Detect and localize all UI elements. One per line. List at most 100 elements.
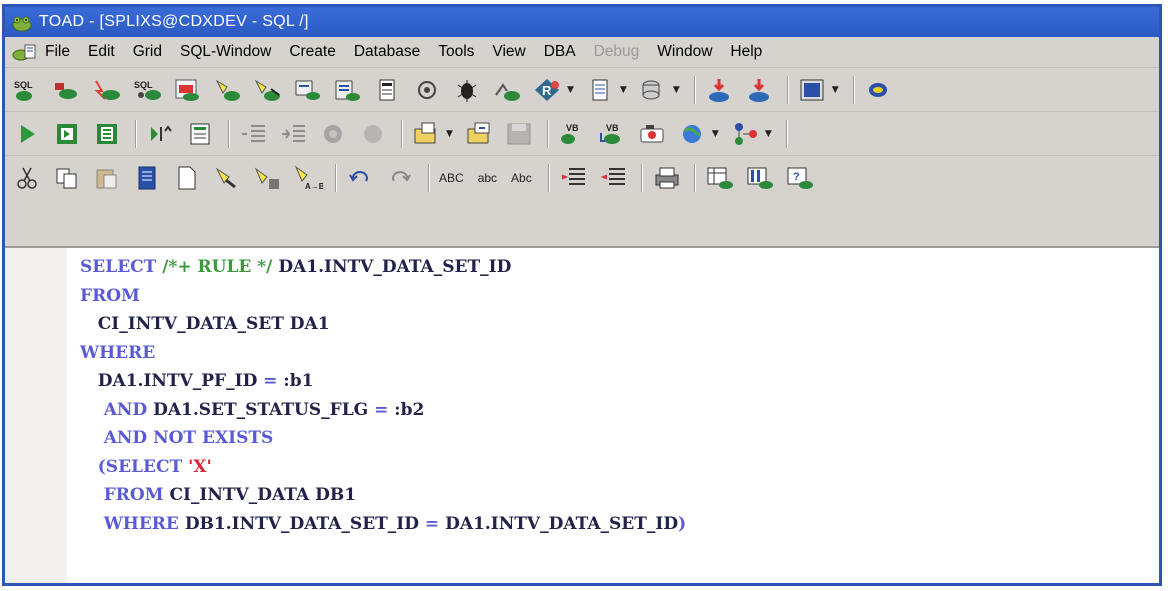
svg-text:SQL: SQL [14,80,33,90]
doc-list-icon[interactable] [586,77,616,103]
flashlight-icon[interactable] [213,77,243,103]
sql-identifier: DA1.INTV_DATA_SET_ID [278,257,512,277]
vb-script-icon[interactable]: VB [558,121,588,147]
procedure-editor-icon[interactable] [53,77,83,103]
menu-debug: Debug [593,43,640,60]
svg-text:?: ? [793,171,800,183]
toolbar-separator [547,164,549,192]
code-line[interactable]: SELECT /*+ RULE */ DA1.INTV_DATA_SET_ID [80,253,686,282]
sql-keyword: FROM [80,285,140,306]
sql-editor[interactable]: SELECT /*+ RULE */ DA1.INTV_DATA_SET_ID F… [5,246,1159,583]
execute-as-script-icon[interactable] [93,121,123,147]
menu-dba[interactable]: DBA [544,43,576,61]
code-line[interactable]: CI_INTV_DATA_SET DA1 [80,310,686,339]
menu-tools[interactable]: Tools [438,43,474,61]
uncomment-block-icon[interactable] [599,165,629,191]
menu-window[interactable]: Window [657,43,712,61]
explain-plan-icon[interactable] [186,121,216,147]
tuning-icon[interactable] [493,77,523,103]
cut-scissors-icon[interactable] [13,165,43,191]
import-icon[interactable] [333,77,363,103]
select-all-icon[interactable] [133,165,163,191]
menu-grid[interactable]: Grid [133,43,162,61]
undo-icon[interactable] [346,165,376,191]
titlecase-button[interactable]: Abc [511,171,532,185]
toad-app-icon[interactable] [11,12,33,32]
text-file-icon[interactable] [373,77,403,103]
comment-block-icon[interactable] [559,165,589,191]
data-grid-icon[interactable] [705,165,735,191]
find-next-icon[interactable] [253,165,283,191]
data-grid-columns-icon[interactable] [745,165,775,191]
sql-window-doc-icon[interactable] [11,42,37,62]
rollback-icon[interactable] [745,77,775,103]
redo-icon[interactable] [386,165,416,191]
database-icon[interactable] [864,77,894,103]
code-line[interactable]: FROM CI_INTV_DATA DB1 [80,481,686,510]
code-line[interactable]: WHERE DB1.INTV_DATA_SET_ID = DA1.INTV_DA… [80,510,686,539]
new-document-icon[interactable] [173,165,203,191]
sql-comment: /*+ RULE */ [162,257,279,277]
flashlight-compare-icon[interactable] [253,77,283,103]
find-flashlight-icon[interactable] [213,165,243,191]
database-link-icon[interactable] [639,77,669,103]
quest-r-icon[interactable]: R [533,77,563,103]
code-line[interactable]: FROM [80,282,686,311]
unindent-code-icon[interactable] [279,121,309,147]
code-line[interactable]: (SELECT 'X' [80,453,686,482]
indent-code-icon[interactable] [239,121,269,147]
camera-snapshot-icon[interactable] [638,121,668,147]
svg-text:R: R [542,83,552,98]
globe-dropdown-arrow[interactable]: ▼ [712,129,719,139]
step-over-icon[interactable] [146,121,176,147]
execute-play-icon[interactable] [13,121,43,147]
menu-edit[interactable]: Edit [88,43,115,61]
toad-window: TOAD - [SPLIXS@CDXDEV - SQL /] File Edit… [2,4,1162,586]
connection-tree-icon[interactable] [731,121,761,147]
window-list-dropdown-arrow[interactable]: ▼ [832,85,839,95]
connection-dropdown-arrow[interactable]: ▼ [765,129,772,139]
code-line[interactable]: AND DA1.SET_STATUS_FLG = :b2 [80,396,686,425]
sql-editor-icon[interactable]: SQL [13,77,43,103]
menu-create[interactable]: Create [289,43,336,61]
execute-script-icon[interactable] [53,121,83,147]
stop-execution-icon[interactable] [319,121,349,147]
code-line[interactable]: WHERE [80,339,686,368]
doc-list-dropdown-arrow[interactable]: ▼ [620,85,627,95]
session-browser-icon[interactable] [413,77,443,103]
toolbar-separator [786,75,788,104]
load-file-dropdown-arrow[interactable]: ▼ [446,129,453,139]
save-disk-icon[interactable] [505,121,535,147]
menu-view[interactable]: View [492,43,525,61]
sql-code[interactable]: SELECT /*+ RULE */ DA1.INTV_DATA_SET_ID F… [80,253,686,538]
export-icon[interactable] [293,77,323,103]
schema-browser-icon[interactable] [93,77,123,103]
code-line[interactable]: DA1.INTV_PF_ID = :b1 [80,367,686,396]
svg-text:VB: VB [606,123,619,133]
code-line[interactable]: AND NOT EXISTS [80,424,686,453]
svg-text:A→B: A→B [305,182,323,191]
paste-icon[interactable] [93,165,123,191]
menu-database[interactable]: Database [354,43,420,61]
load-file-icon[interactable] [412,121,442,147]
lowercase-button[interactable]: abc [478,171,497,185]
copy-icon[interactable] [53,165,83,191]
uppercase-button[interactable]: ABC [439,171,464,185]
sql-modeler-icon[interactable]: SQL [133,77,163,103]
commit-icon[interactable] [705,77,735,103]
window-list-icon[interactable] [798,77,828,103]
vb-script-run-icon[interactable]: VB [598,121,628,147]
menu-file[interactable]: File [45,43,70,61]
help-query-icon[interactable]: ? [785,165,815,191]
sql-operator: = [424,513,446,534]
report-icon[interactable] [173,77,203,103]
debugger-bug-icon[interactable] [453,77,483,103]
print-icon[interactable] [652,165,682,191]
save-file-icon[interactable] [465,121,495,147]
globe-web-icon[interactable] [678,121,708,147]
quest-dropdown-arrow[interactable]: ▼ [567,85,574,95]
menu-sql-window[interactable]: SQL-Window [180,43,271,61]
database-link-dropdown-arrow[interactable]: ▼ [673,85,680,95]
menu-help[interactable]: Help [730,43,762,61]
replace-icon[interactable]: A→B [293,165,325,191]
